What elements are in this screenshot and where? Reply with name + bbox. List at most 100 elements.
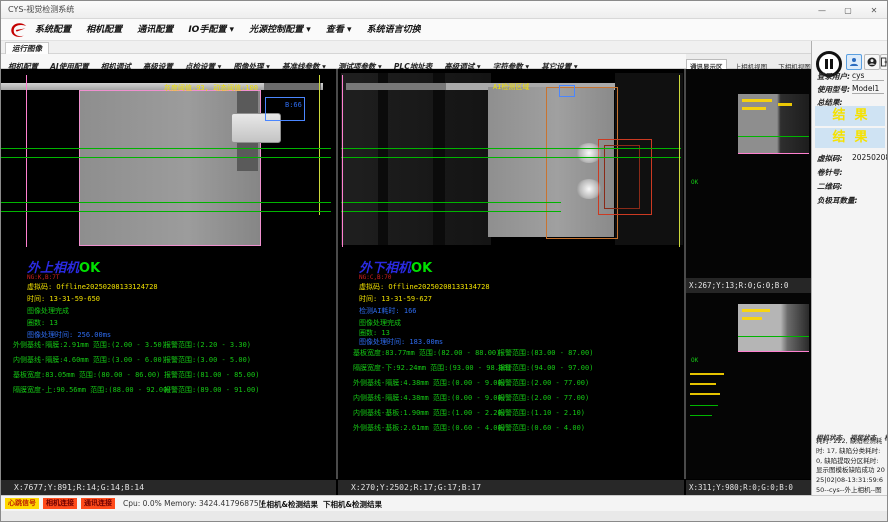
alarm-range-text: 报警范围:(83.00 - 87.00) xyxy=(498,349,593,357)
thumb-coords-text: X:267;Y:13;R:0;G:0;B:0 xyxy=(689,281,788,290)
ai-region-tag: AI检测区域 xyxy=(493,83,529,91)
measurement-text: 内侧基线-隔膜:4.60mm 范围:(3.00 - 6.00) xyxy=(13,356,166,364)
process-time-text: 图像处理时间: 183.00ms xyxy=(359,338,443,346)
menu-light-config[interactable]: 光源控制配置 ▾ xyxy=(249,19,311,41)
thumb-image xyxy=(738,304,809,352)
loop-count-text: 圈数: 13 xyxy=(359,329,390,337)
tab-count-label: 负极耳数量: xyxy=(817,195,858,206)
titlebar: CYS-视觉检测系统 — ▢ ✕ xyxy=(1,1,888,19)
close-icon[interactable]: ✕ xyxy=(861,1,887,19)
menu-io-config[interactable]: IO手配置 ▾ xyxy=(188,19,234,41)
alarm-range-text: 报警范围:(81.00 - 85.00) xyxy=(164,371,259,379)
measurement-text: 外侧基线-隔膜:2.91mm 范围:(2.00 - 3.50) xyxy=(13,341,166,349)
bottom-camera-result-link[interactable]: 下相机&检测结果 xyxy=(323,499,382,510)
yellow-guide-line xyxy=(679,75,680,247)
top-camera-thumbnail[interactable]: OK xyxy=(686,69,811,278)
red-roi-box-inner xyxy=(604,145,640,209)
bottom-camera-view[interactable]: AI检测区域 外下相机OK NG:C,B:70 虚拟码: Offline2025… xyxy=(338,69,684,479)
menu-view[interactable]: 查看 ▾ xyxy=(326,19,352,41)
menu-language-switch[interactable]: 系统语言切换 xyxy=(367,19,421,41)
blue-roi-box xyxy=(559,85,575,97)
user-dark-icon[interactable] xyxy=(864,54,880,70)
green-baseline xyxy=(1,148,331,149)
process-done-text: 图像处理完成 xyxy=(27,307,69,315)
toolbar: 相机配置 AI使用配置 相机调试 高级设置 点检设置 ▾ 图像处理 ▾ 基准线参… xyxy=(1,54,686,69)
menu-items: 系统配置 相机配置 通讯配置 IO手配置 ▾ 光源控制配置 ▾ 查看 ▾ 系统语… xyxy=(35,19,431,41)
left-camera-view[interactable]: 灰度阈值:93, 动态阈值:100 B:66 外上相机OK NG:K,B:7T … xyxy=(1,69,337,479)
measurement-text: 基板宽度:83.77mm 范围:(82.00 - 88.00) xyxy=(353,349,500,357)
heartbeat-badge: 心跳信号 xyxy=(5,498,39,509)
bottom-camera-thumbnail[interactable]: OK xyxy=(686,293,811,479)
login-user-label: 登录用户: xyxy=(817,71,850,82)
menu-system-config[interactable]: 系统配置 xyxy=(35,19,71,41)
measurement-text: 隔膜宽度-上:90.56mm 范围:(88.00 - 92.00) xyxy=(13,386,172,394)
measurement-text: 外侧基线-隔膜:4.38mm 范围:(0.00 - 9.00) xyxy=(353,379,506,387)
green-baseline xyxy=(1,157,331,158)
green-baseline xyxy=(1,211,331,212)
user-login-icon[interactable] xyxy=(846,54,862,70)
maximize-icon[interactable]: ▢ xyxy=(835,1,861,19)
ai-time-text: 检测AI耗时: 166 xyxy=(359,307,417,315)
right-panel: 登录用户: cys 使用型号: Model1 总结果: 结果 结果 虚拟码: 2… xyxy=(811,41,888,511)
tab-run-image[interactable]: 运行图像 xyxy=(5,42,49,54)
green-baseline xyxy=(341,202,561,203)
login-user-value[interactable]: cys xyxy=(852,71,884,81)
machinery-slot xyxy=(378,73,388,245)
result-badge-top: 结果 xyxy=(815,106,885,126)
statusbar: 心跳信号 相机连接 通讯连接 Cpu: 0.0% Memory: 3424.41… xyxy=(1,495,888,511)
virtual-code-text: 虚拟码: Offline20250208133124728 xyxy=(27,283,158,291)
green-baseline xyxy=(341,211,561,212)
camera-connect-badge: 相机连接 xyxy=(43,498,77,509)
qr-code-label: 二维码: xyxy=(817,181,843,192)
yellow-guide-line xyxy=(319,75,320,215)
window-title: CYS-视觉检测系统 xyxy=(8,4,74,15)
menu-comm-config[interactable]: 通讯配置 xyxy=(137,19,173,41)
camera-ok-badge: OK xyxy=(79,261,100,276)
logout-icon[interactable] xyxy=(880,54,888,70)
measurement-text: 外侧基线-基板:2.61mm 范围:(0.60 - 4.00) xyxy=(353,424,506,432)
alarm-range-text: 报警范围:(2.00 - 77.00) xyxy=(498,379,589,387)
thumb-bottom-coord-bar: X:311;Y:980;R:0;G:0;B:0 xyxy=(686,479,811,495)
top-camera-result-link[interactable]: 上相机&检测结果 xyxy=(259,499,318,510)
model-value[interactable]: Model1 xyxy=(852,84,884,94)
coords-text: X:270;Y:2502;R:17;G:17;B:17 xyxy=(351,483,481,492)
virtual-code-label: 虚拟码: xyxy=(817,153,843,164)
threshold-overlay-text: 灰度阈值:93, 动态阈值:100 xyxy=(164,84,258,92)
tab-row: 运行图像 xyxy=(1,41,811,54)
model-label: 使用型号: xyxy=(817,84,850,95)
bottom-strip xyxy=(1,511,888,522)
process-time-text: 图像处理时间: 256.00ms xyxy=(27,331,111,339)
green-baseline xyxy=(341,148,681,149)
machine-rail-dark xyxy=(264,83,321,90)
comm-connect-badge: 通讯连接 xyxy=(81,498,115,509)
cpu-memory-text: Cpu: 0.0% Memory: 3424.41796875M xyxy=(123,499,265,508)
alarm-range-text: 报警范围:(2.00 - 77.00) xyxy=(498,394,589,402)
coords-text: X:7677;Y:891;R:14;G:14;B:14 xyxy=(14,483,144,492)
thumb-ok-text: OK xyxy=(691,179,698,187)
left-coord-bar: X:7677;Y:891;R:14;G:14;B:14 xyxy=(1,479,336,495)
virtual-code-value: 20250208 xyxy=(852,153,888,162)
blue-value-tag: B:66 xyxy=(285,101,302,109)
measurement-text: 基板宽度:83.05mm 范围:(80.00 - 86.00) xyxy=(13,371,160,379)
measurement-text: 内侧基线-隔膜:4.38mm 范围:(0.00 - 9.00) xyxy=(353,394,506,402)
window-controls: — ▢ ✕ xyxy=(809,1,887,19)
coords-text: X:311;Y:980;R:0;G:0;B:0 xyxy=(689,483,793,492)
menu-camera-config[interactable]: 相机配置 xyxy=(86,19,122,41)
green-baseline xyxy=(341,157,681,158)
camera-sub-text: NG:K,B:7T xyxy=(27,274,60,282)
thumb-ok-text: OK xyxy=(691,357,698,365)
process-done-text: 图像处理完成 xyxy=(359,319,401,327)
time-text: 时间: 13-31-59-650 xyxy=(27,295,100,303)
thumb-image xyxy=(738,94,809,154)
alarm-range-text: 报警范围:(94.00 - 97.00) xyxy=(498,364,593,372)
loop-count-text: 圈数: 13 xyxy=(27,319,58,327)
camera-ok-badge: OK xyxy=(411,261,432,276)
time-text: 时间: 13-31-59-627 xyxy=(359,295,432,303)
alarm-range-text: 报警范围:(0.60 - 4.00) xyxy=(498,424,585,432)
thumb-tabs: 通讯显示区 上相机视图 下相机视图 xyxy=(686,54,811,69)
thumb-coord-bar: X:267;Y:13;R:0;G:0;B:0 xyxy=(686,278,811,293)
minimize-icon[interactable]: — xyxy=(809,1,835,19)
machinery-slot xyxy=(433,73,445,245)
mid-coord-bar: X:270;Y:2502;R:17;G:17;B:17 xyxy=(338,479,684,495)
alarm-range-text: 报警范围:(2.20 - 3.30) xyxy=(164,341,251,349)
